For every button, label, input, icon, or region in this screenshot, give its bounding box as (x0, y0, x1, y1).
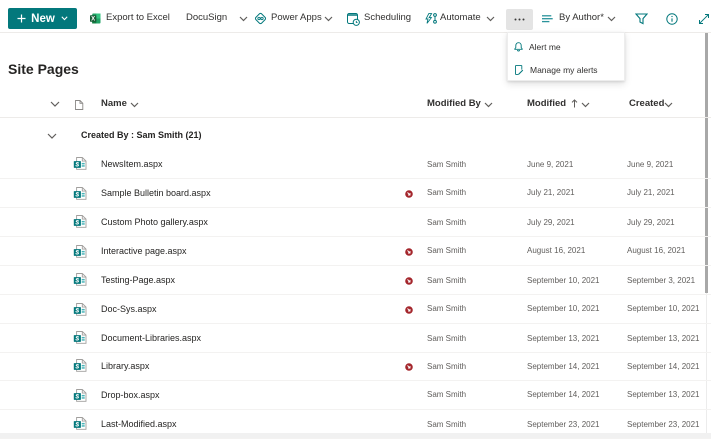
svg-text:X: X (91, 17, 95, 23)
